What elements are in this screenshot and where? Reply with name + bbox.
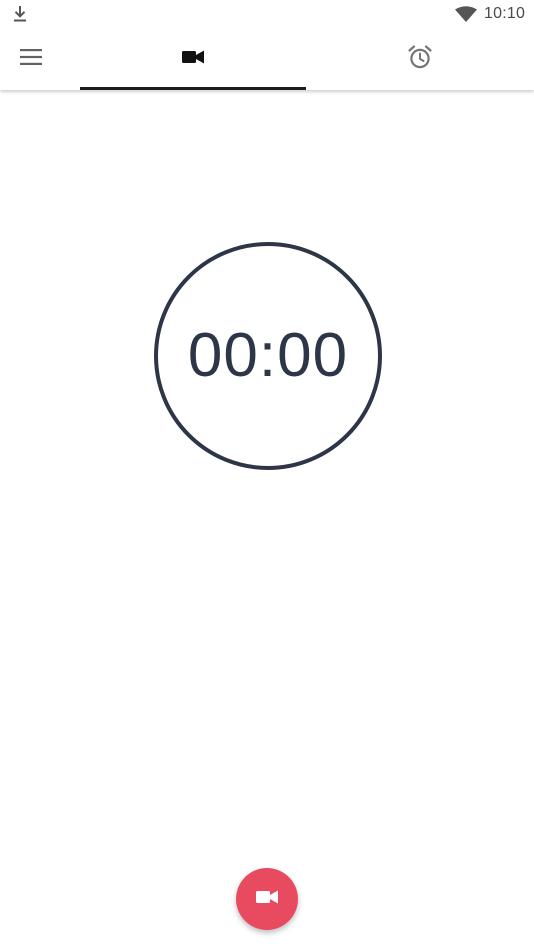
timer-circle: 00:00 [154, 242, 382, 470]
tab-bar [0, 28, 534, 90]
status-time: 10:10 [484, 5, 526, 22]
status-bar: 10:10 [0, 0, 534, 28]
menu-button[interactable] [0, 28, 80, 90]
screen: 10:10 00:00 [0, 0, 534, 949]
menu-icon [20, 48, 42, 70]
videocam-icon [256, 890, 278, 909]
tab-record[interactable] [80, 28, 306, 90]
wifi-icon [455, 6, 477, 22]
timer-display: 00:00 [187, 321, 349, 390]
videocam-icon [182, 50, 204, 69]
record-button[interactable] [236, 868, 298, 930]
tab-alarm[interactable] [306, 28, 534, 90]
download-icon [12, 5, 28, 23]
alarm-clock-icon [407, 44, 433, 75]
tab-indicator [80, 87, 306, 90]
